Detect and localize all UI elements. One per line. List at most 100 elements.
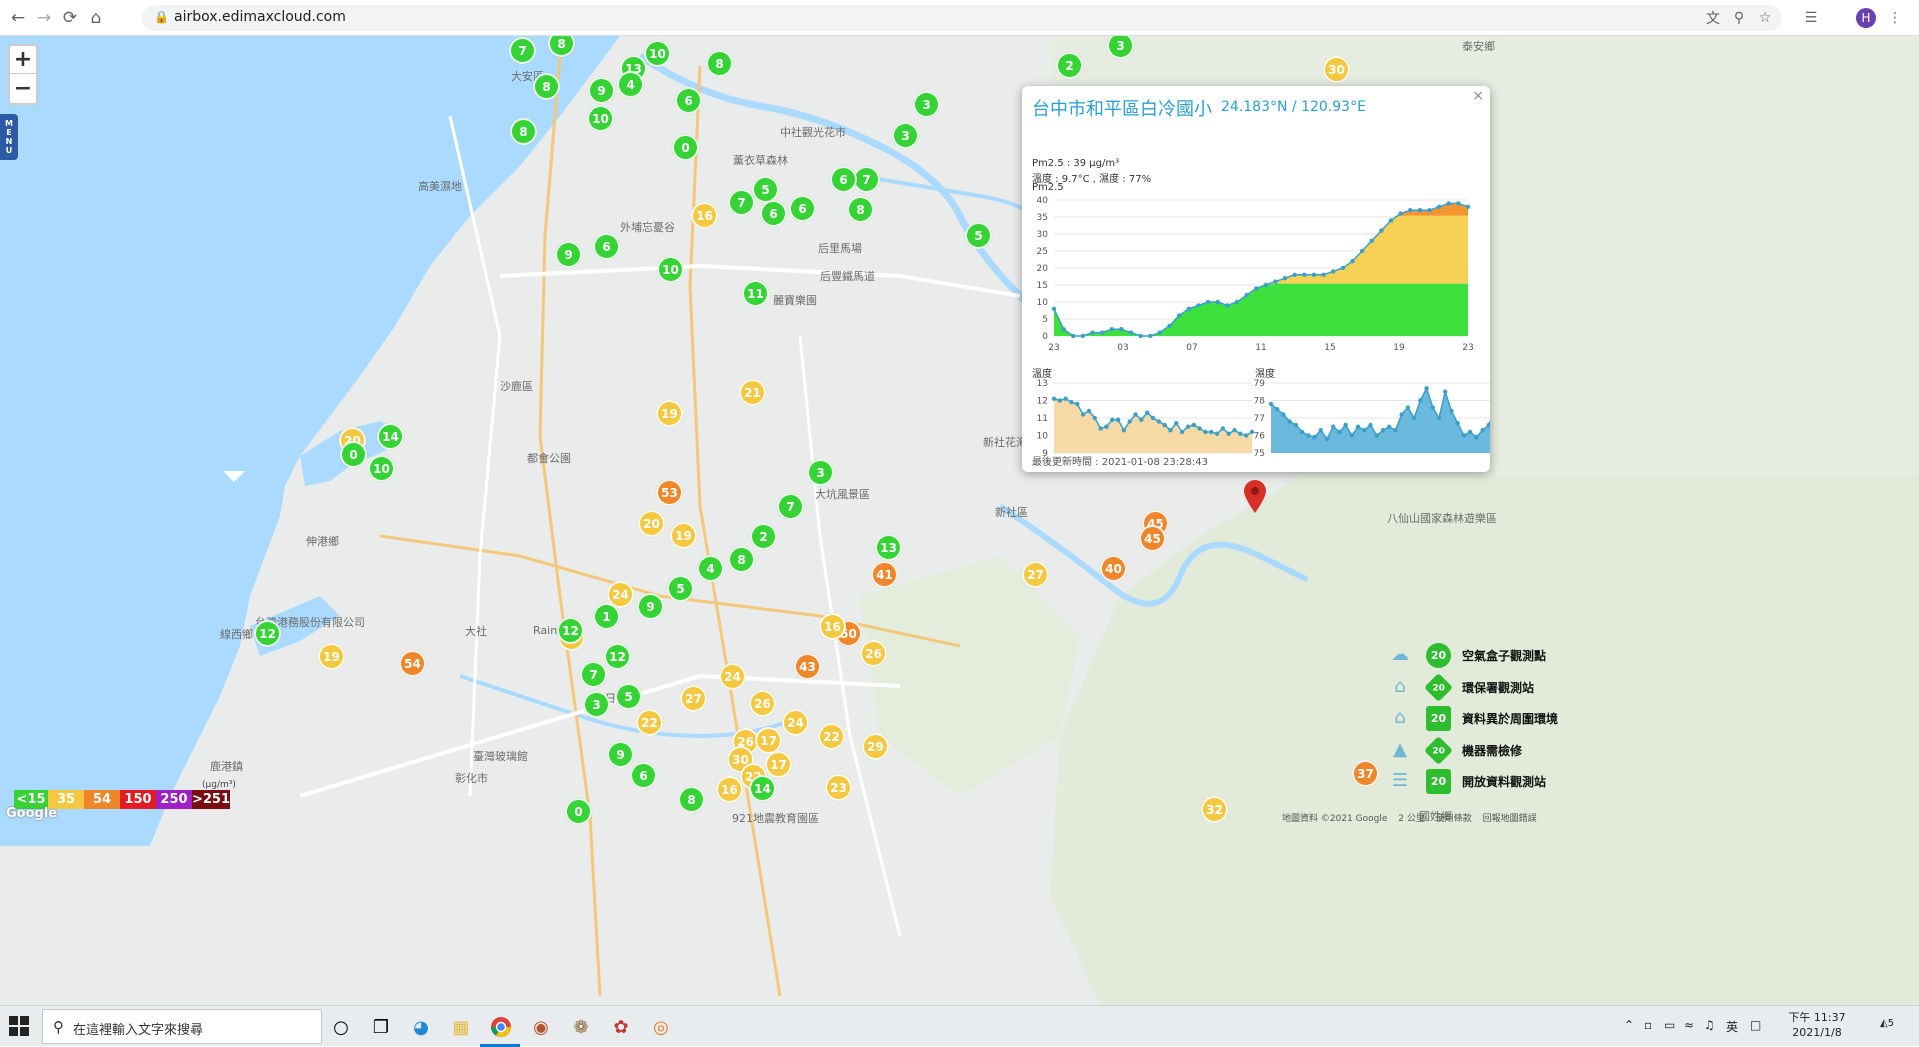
- airbox-marker[interactable]: 6: [760, 200, 787, 227]
- airbox-marker[interactable]: 16: [819, 613, 846, 640]
- airbox-marker[interactable]: 9: [588, 77, 615, 104]
- airbox-marker[interactable]: 16: [716, 776, 743, 803]
- map-canvas[interactable]: 大安區 中社觀光花市 薰衣草森林 高美濕地 外埔忘憂谷 后里馬場 后豐鐵馬道 麗寶樂園 沙鹿區都…: [0, 36, 1919, 1005]
- airbox-marker[interactable]: 10: [644, 40, 671, 67]
- airbox-marker[interactable]: 37: [1352, 760, 1379, 787]
- airbox-marker[interactable]: 13: [875, 534, 902, 561]
- airbox-marker[interactable]: 3: [583, 691, 610, 718]
- selected-location-pin-icon[interactable]: [1243, 480, 1267, 514]
- more-menu-icon[interactable]: ⋮: [1884, 7, 1906, 29]
- airbox-marker[interactable]: 1: [593, 603, 620, 630]
- airbox-marker[interactable]: 14: [377, 423, 404, 450]
- airbox-marker[interactable]: 10: [587, 105, 614, 132]
- airbox-marker[interactable]: 22: [636, 709, 663, 736]
- airbox-marker[interactable]: 5: [752, 176, 779, 203]
- ime-indicator[interactable]: 英: [1726, 1018, 1738, 1035]
- airbox-marker[interactable]: 6: [830, 166, 857, 193]
- tray-chevron-icon[interactable]: ⌃: [1624, 1018, 1634, 1032]
- airbox-marker[interactable]: 3: [913, 91, 940, 118]
- app-icon-bird[interactable]: ❁: [566, 1012, 596, 1042]
- file-explorer-icon[interactable]: ▦: [446, 1012, 476, 1042]
- airbox-marker[interactable]: 0: [565, 798, 592, 825]
- airbox-marker[interactable]: 19: [670, 522, 697, 549]
- airbox-marker[interactable]: 26: [860, 640, 887, 667]
- ime-mode-icon[interactable]: □: [1750, 1018, 1761, 1032]
- airbox-marker[interactable]: 5: [965, 222, 992, 249]
- station-legend-row[interactable]: ☰ 20 開放資料觀測站: [1386, 766, 1556, 798]
- airbox-marker[interactable]: 30: [1323, 56, 1350, 83]
- airbox-marker[interactable]: 3: [807, 459, 834, 486]
- terms-link[interactable]: 使用條款: [1436, 814, 1472, 824]
- airbox-marker[interactable]: 6: [593, 233, 620, 260]
- airbox-marker[interactable]: 2: [1056, 52, 1083, 79]
- tray-device-icon[interactable]: ▫: [1644, 1018, 1652, 1032]
- airbox-marker[interactable]: 19: [656, 400, 683, 427]
- airbox-marker[interactable]: 8: [510, 118, 537, 145]
- app-icon-circle[interactable]: ◉: [526, 1012, 556, 1042]
- airbox-marker[interactable]: 12: [604, 643, 631, 670]
- volume-icon[interactable]: ♫: [1704, 1018, 1715, 1032]
- clock-date[interactable]: 2021/1/8: [1787, 1026, 1847, 1039]
- airbox-marker[interactable]: 7: [509, 37, 536, 64]
- notification-center-icon[interactable]: ◭5: [1880, 1018, 1894, 1029]
- airbox-marker[interactable]: 8: [533, 73, 560, 100]
- task-view-icon[interactable]: ❐: [366, 1012, 396, 1042]
- airbox-marker[interactable]: 14: [749, 775, 776, 802]
- airbox-marker[interactable]: 6: [675, 87, 702, 114]
- station-legend-row[interactable]: ☁ 20 空氣盒子觀測點: [1386, 640, 1556, 672]
- airbox-marker[interactable]: 9: [607, 741, 634, 768]
- airbox-marker[interactable]: 8: [706, 50, 733, 77]
- zoom-out-button[interactable]: −: [10, 74, 36, 102]
- airbox-marker[interactable]: 10: [368, 455, 395, 482]
- profile-avatar[interactable]: H: [1856, 8, 1876, 28]
- back-icon[interactable]: ←: [6, 6, 30, 30]
- wifi-icon[interactable]: ≈: [1684, 1018, 1694, 1032]
- airbox-marker[interactable]: 2: [750, 523, 777, 550]
- airbox-marker[interactable]: 26: [749, 690, 776, 717]
- airbox-marker[interactable]: 54: [399, 650, 426, 677]
- airbox-marker[interactable]: 12: [557, 617, 584, 644]
- reload-icon[interactable]: ⟳: [58, 6, 82, 30]
- airbox-marker[interactable]: 4: [617, 71, 644, 98]
- bookmark-star-icon[interactable]: ☆: [1754, 7, 1776, 29]
- translate-icon[interactable]: 文: [1702, 7, 1724, 29]
- airbox-marker[interactable]: 8: [678, 786, 705, 813]
- popup-close-button[interactable]: ×: [1472, 88, 1484, 104]
- taskbar-search-box[interactable]: ⚲ 在這裡輸入文字來搜尋: [42, 1009, 322, 1044]
- airbox-marker[interactable]: 17: [755, 727, 782, 754]
- station-legend-row[interactable]: ⌂ 20 資料異於周圍環境: [1386, 703, 1558, 735]
- airbox-marker[interactable]: 41: [871, 561, 898, 588]
- zoom-in-button[interactable]: +: [10, 46, 36, 74]
- report-map-error-link[interactable]: 回報地圖錯誤: [1483, 814, 1537, 824]
- station-legend-row[interactable]: ▲ 20 機器需檢修: [1386, 735, 1556, 767]
- clock-time[interactable]: 下午 11:37: [1787, 1009, 1847, 1025]
- home-icon[interactable]: ⌂: [84, 6, 108, 30]
- airbox-marker[interactable]: 10: [657, 256, 684, 283]
- menu-tab-button[interactable]: MENU: [0, 114, 18, 160]
- airbox-marker[interactable]: 23: [825, 774, 852, 801]
- airbox-marker[interactable]: 17: [765, 751, 792, 778]
- airbox-marker[interactable]: 7: [853, 166, 880, 193]
- airbox-marker[interactable]: 24: [719, 663, 746, 690]
- airbox-marker[interactable]: 12: [254, 620, 281, 647]
- airbox-marker[interactable]: 7: [728, 189, 755, 216]
- station-legend-row[interactable]: ⌂ 20 環保署觀測站: [1386, 672, 1556, 704]
- airbox-marker[interactable]: 0: [340, 441, 367, 468]
- blender-icon[interactable]: ◎: [646, 1012, 676, 1042]
- cortana-icon[interactable]: ○: [326, 1012, 356, 1042]
- airbox-marker[interactable]: 43: [794, 653, 821, 680]
- airbox-marker[interactable]: 9: [555, 241, 582, 268]
- airbox-marker[interactable]: 5: [667, 575, 694, 602]
- airbox-marker[interactable]: 29: [862, 733, 889, 760]
- airbox-marker[interactable]: 20: [638, 510, 665, 537]
- forward-icon[interactable]: →: [32, 6, 56, 30]
- airbox-marker[interactable]: 11: [742, 280, 769, 307]
- airbox-marker[interactable]: 45: [1139, 525, 1166, 552]
- airbox-marker[interactable]: 9: [637, 593, 664, 620]
- airbox-marker[interactable]: 6: [789, 195, 816, 222]
- airbox-marker[interactable]: 6: [630, 762, 657, 789]
- battery-icon[interactable]: ▭: [1664, 1018, 1675, 1032]
- zoom-icon[interactable]: ⚲: [1728, 7, 1750, 29]
- airbox-marker[interactable]: 4: [697, 555, 724, 582]
- app-icon-paint[interactable]: ✿: [606, 1012, 636, 1042]
